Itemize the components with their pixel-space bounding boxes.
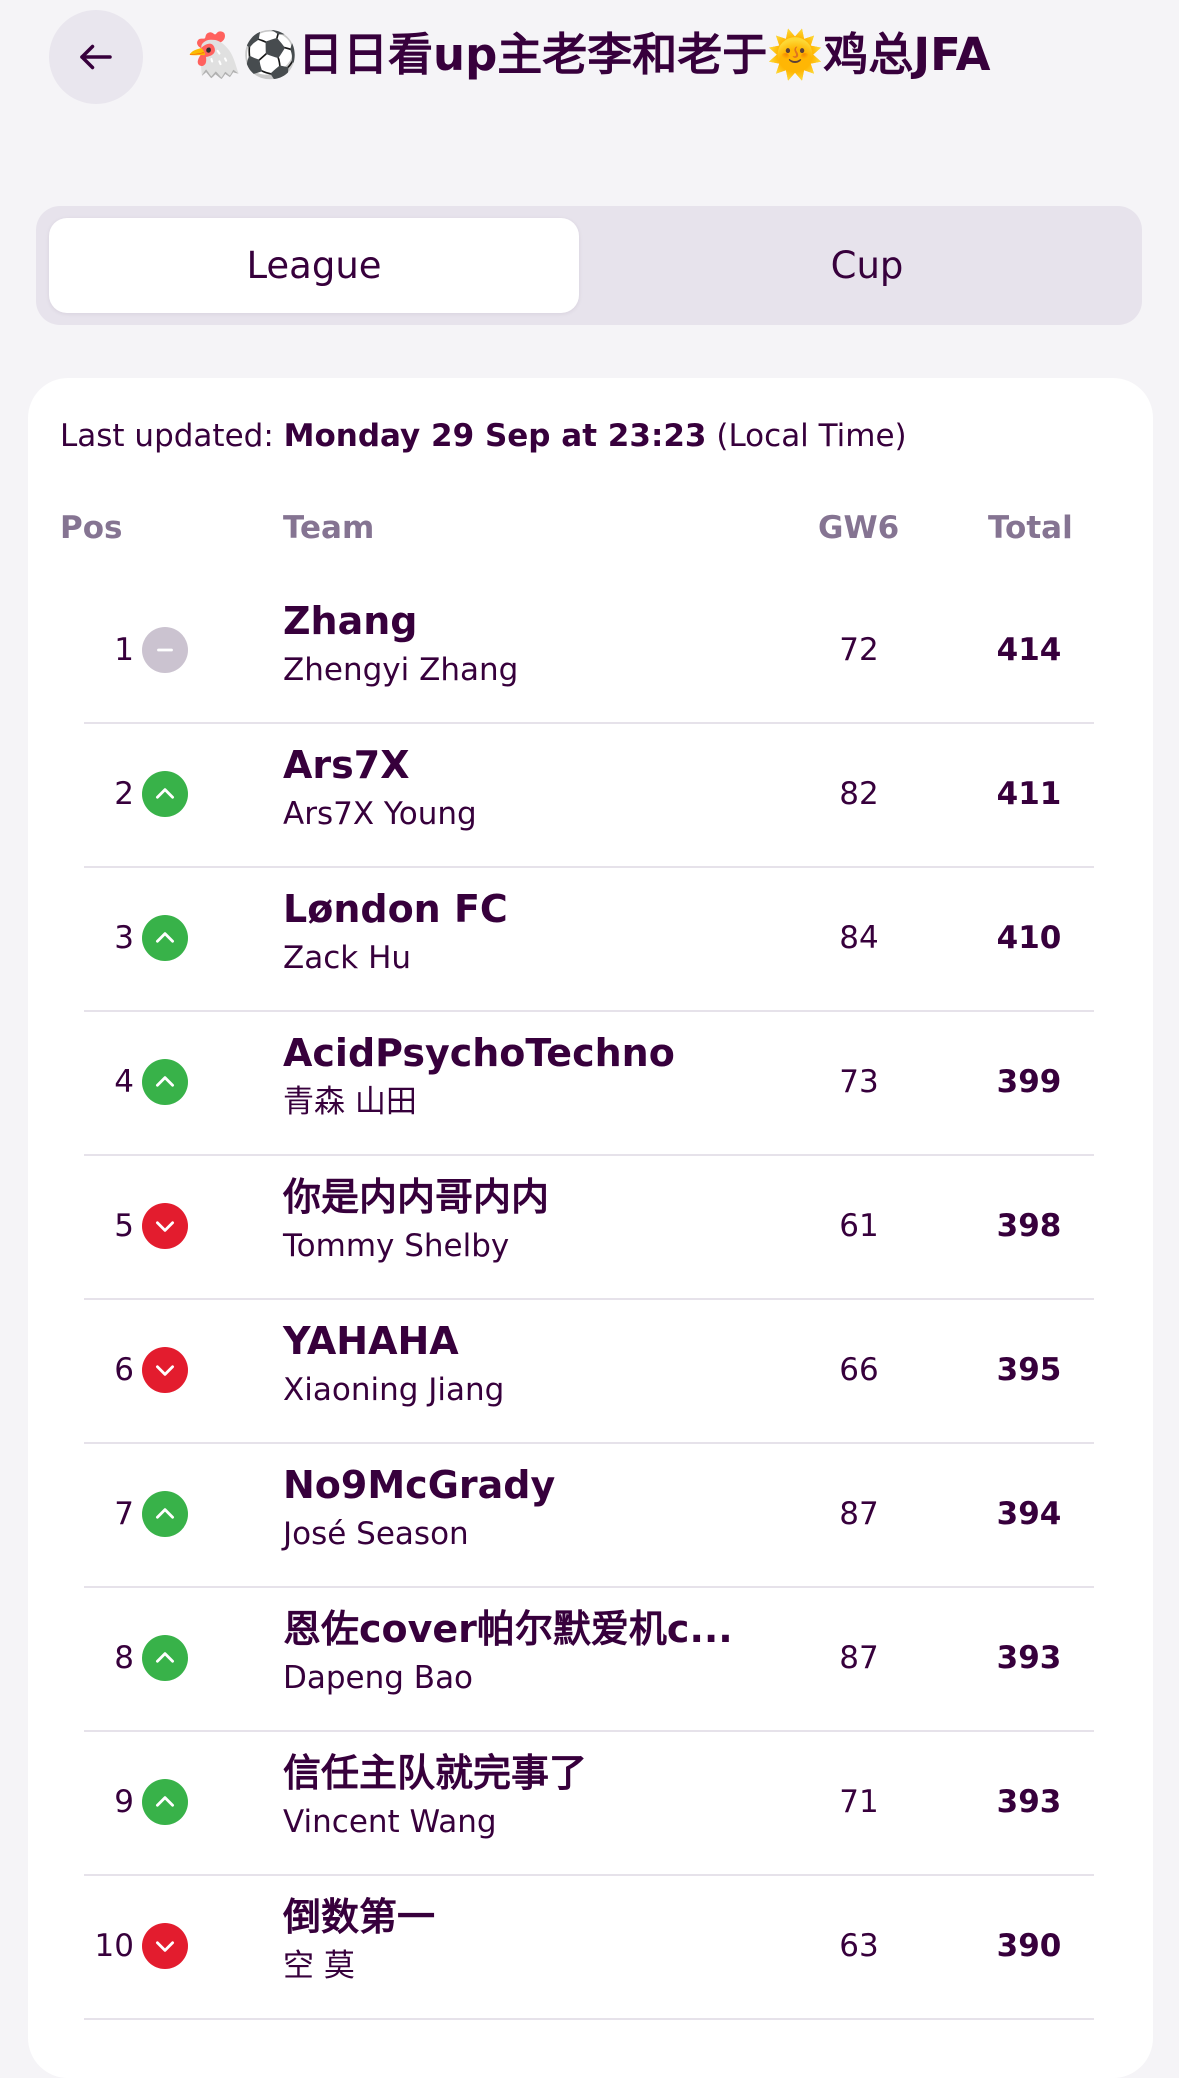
position-number: 4 bbox=[114, 1064, 134, 1100]
manager-name: Zack Hu bbox=[283, 940, 412, 976]
table-row[interactable]: 9 信任主队就完事了 Vincent Wang 71 393 bbox=[84, 1730, 1094, 1876]
chevron-down-icon bbox=[156, 1221, 174, 1232]
chevron-up-icon bbox=[156, 1796, 174, 1807]
position-number: 7 bbox=[114, 1496, 134, 1532]
team-name[interactable]: 信任主队就完事了 bbox=[283, 1748, 587, 1798]
total-points: 398 bbox=[996, 1208, 1062, 1244]
table-row[interactable]: 1 Zhang Zhengyi Zhang 72 414 bbox=[84, 578, 1094, 724]
gameweek-points: 73 bbox=[839, 1064, 879, 1100]
column-header-team: Team bbox=[283, 510, 375, 546]
position-number: 3 bbox=[114, 920, 134, 956]
total-points: 411 bbox=[996, 776, 1062, 812]
table-row[interactable]: 4 AcidPsychoTechno 青森 山田 73 399 bbox=[84, 1010, 1094, 1156]
minus-icon bbox=[157, 648, 173, 652]
movement-badge bbox=[142, 771, 188, 817]
gameweek-points: 72 bbox=[839, 632, 879, 668]
total-points: 414 bbox=[996, 632, 1062, 668]
table-row[interactable]: 3 Løndon FC Zack Hu 84 410 bbox=[84, 866, 1094, 1012]
position-number: 1 bbox=[114, 632, 134, 668]
chevron-down-icon bbox=[156, 1365, 174, 1376]
movement-badge bbox=[142, 1779, 188, 1825]
chevron-up-icon bbox=[156, 1076, 174, 1087]
table-row[interactable]: 8 恩佐cover帕尔默爱机c... Dapeng Bao 87 393 bbox=[84, 1586, 1094, 1732]
table-row[interactable]: 10 倒数第一空 莫 63 390 bbox=[84, 1874, 1094, 2020]
position-number: 8 bbox=[114, 1640, 134, 1676]
chevron-down-icon bbox=[156, 1941, 174, 1952]
last-updated-value: Monday 29 Sep at 23:23 bbox=[283, 418, 707, 454]
movement-badge bbox=[142, 915, 188, 961]
manager-name: 青森 山田 bbox=[283, 1084, 417, 1120]
total-points: 399 bbox=[996, 1064, 1062, 1100]
chevron-up-icon bbox=[156, 788, 174, 799]
team-name[interactable]: YAHAHA bbox=[283, 1316, 459, 1366]
manager-name: Dapeng Bao bbox=[283, 1660, 474, 1696]
movement-badge bbox=[142, 1203, 188, 1249]
team-name[interactable]: Ars7X bbox=[283, 740, 410, 790]
position-number: 9 bbox=[114, 1784, 134, 1820]
manager-name: Ars7X Young bbox=[283, 796, 477, 832]
manager-name: Xiaoning Jiang bbox=[283, 1372, 505, 1408]
gameweek-points: 87 bbox=[839, 1496, 879, 1532]
gameweek-points: 87 bbox=[839, 1640, 879, 1676]
gameweek-points: 84 bbox=[839, 920, 879, 956]
chevron-up-icon bbox=[156, 932, 174, 943]
gameweek-points: 61 bbox=[839, 1208, 879, 1244]
manager-name: Tommy Shelby bbox=[283, 1228, 510, 1264]
table-row[interactable]: 5 你是内内哥内内 Tommy Shelby 61 398 bbox=[84, 1154, 1094, 1300]
gameweek-points: 66 bbox=[839, 1352, 879, 1388]
total-points: 394 bbox=[996, 1496, 1062, 1532]
total-points: 393 bbox=[996, 1784, 1062, 1820]
column-header-total: Total bbox=[988, 510, 1073, 546]
movement-badge bbox=[142, 1347, 188, 1393]
team-name[interactable]: 倒数第一 bbox=[283, 1892, 435, 1942]
team-name[interactable]: Løndon FC bbox=[283, 884, 508, 934]
last-updated-suffix: (Local Time) bbox=[716, 418, 907, 454]
position-number: 5 bbox=[114, 1208, 134, 1244]
last-updated-label: Last updated: bbox=[60, 418, 274, 454]
table-row[interactable]: 7 No9McGrady José Season 87 394 bbox=[84, 1442, 1094, 1588]
movement-badge bbox=[142, 627, 188, 673]
arrow-left-icon bbox=[80, 44, 112, 70]
back-button[interactable] bbox=[49, 10, 143, 104]
top-bar: 🐔⚽日日看up主老李和老于🌞鸡总JFA bbox=[0, 0, 1179, 120]
last-updated-text: Last updated: Monday 29 Sep at 23:23 (Lo… bbox=[60, 418, 907, 454]
gameweek-points: 82 bbox=[839, 776, 879, 812]
chevron-up-icon bbox=[156, 1508, 174, 1519]
table-row[interactable]: 6 YAHAHA Xiaoning Jiang 66 395 bbox=[84, 1298, 1094, 1444]
manager-name: 空 莫 bbox=[283, 1948, 355, 1984]
gameweek-points: 71 bbox=[839, 1784, 879, 1820]
manager-name: Zhengyi Zhang bbox=[283, 652, 519, 688]
table-row[interactable]: 2 Ars7X Ars7X Young 82 411 bbox=[84, 722, 1094, 868]
position-number: 10 bbox=[94, 1928, 134, 1964]
chevron-up-icon bbox=[156, 1652, 174, 1663]
total-points: 410 bbox=[996, 920, 1062, 956]
team-name[interactable]: No9McGrady bbox=[283, 1460, 555, 1510]
total-points: 393 bbox=[996, 1640, 1062, 1676]
league-title: 🐔⚽日日看up主老李和老于🌞鸡总JFA bbox=[186, 28, 991, 81]
manager-name: Vincent Wang bbox=[283, 1804, 497, 1840]
movement-badge bbox=[142, 1923, 188, 1969]
column-header-pos: Pos bbox=[60, 510, 123, 546]
team-name[interactable]: 你是内内哥内内 bbox=[283, 1172, 549, 1222]
tab-cup[interactable]: Cup bbox=[602, 218, 1132, 313]
column-header-gw: GW6 bbox=[818, 510, 900, 546]
team-name[interactable]: Zhang bbox=[283, 596, 418, 646]
manager-name: José Season bbox=[283, 1516, 469, 1552]
tab-league[interactable]: League bbox=[49, 218, 579, 313]
league-cup-switch: League Cup bbox=[36, 206, 1142, 325]
movement-badge bbox=[142, 1059, 188, 1105]
position-number: 6 bbox=[114, 1352, 134, 1388]
gameweek-points: 63 bbox=[839, 1928, 879, 1964]
team-name[interactable]: AcidPsychoTechno bbox=[283, 1028, 675, 1078]
movement-badge bbox=[142, 1491, 188, 1537]
total-points: 395 bbox=[996, 1352, 1062, 1388]
movement-badge bbox=[142, 1635, 188, 1681]
team-name[interactable]: 恩佐cover帕尔默爱机c... bbox=[283, 1604, 733, 1654]
total-points: 390 bbox=[996, 1928, 1062, 1964]
position-number: 2 bbox=[114, 776, 134, 812]
